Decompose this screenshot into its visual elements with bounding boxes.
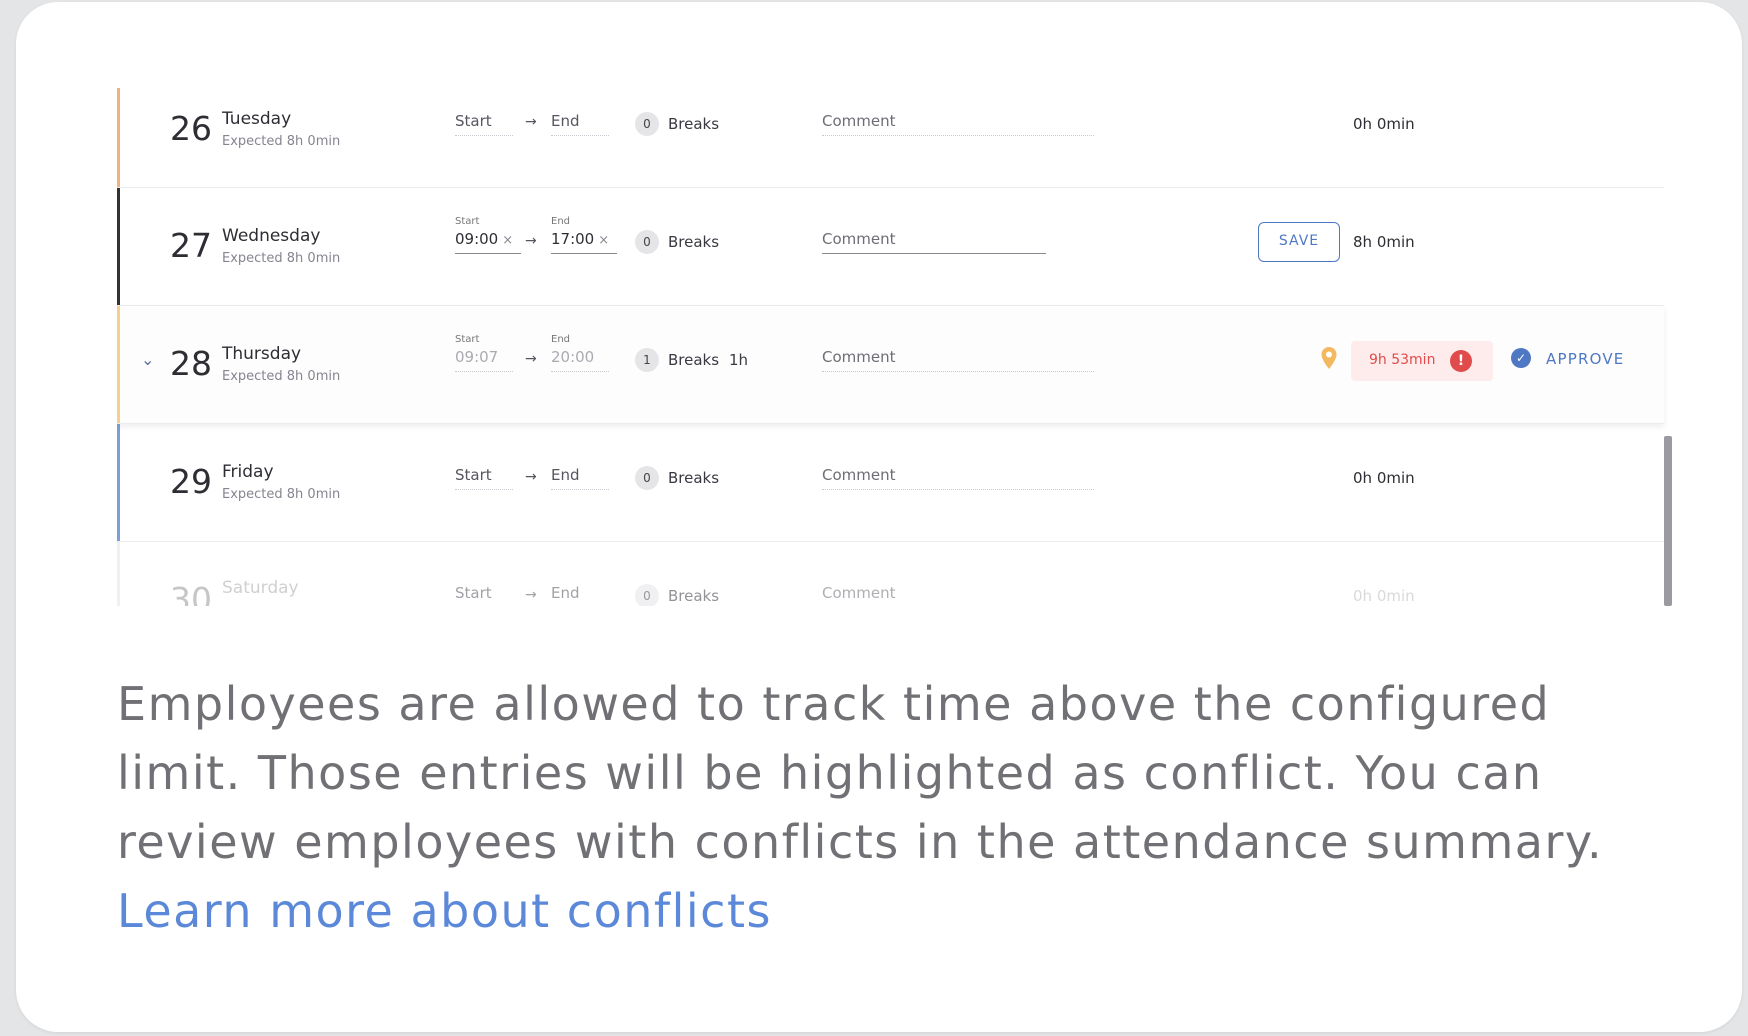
attendance-table: 26 Tuesday Expected 8h 0min Start → End …	[117, 88, 1673, 606]
weekday-label: Saturday	[222, 578, 299, 598]
weekday-label: Friday	[222, 462, 274, 482]
arrow-right-icon: →	[525, 587, 537, 603]
learn-more-link[interactable]: Learn more about conflicts	[117, 877, 1677, 946]
end-time-input[interactable]: End	[551, 582, 609, 606]
day-number: 26	[170, 109, 212, 148]
end-time-value: 17:00	[551, 230, 595, 248]
arrow-right-icon: →	[525, 351, 537, 367]
breaks-button[interactable]: Breaks	[668, 115, 719, 133]
table-row[interactable]: 26 Tuesday Expected 8h 0min Start → End …	[117, 88, 1664, 188]
end-time-input[interactable]: 17:00 ×	[551, 228, 617, 254]
table-row[interactable]: 30 Saturday Start → End 0 Breaks Comment…	[117, 542, 1664, 606]
start-time-input[interactable]: Start	[455, 110, 513, 136]
clear-end-icon[interactable]: ×	[598, 233, 609, 248]
table-row[interactable]: ⌄ 28 Thursday Expected 8h 0min Start End…	[117, 306, 1664, 424]
start-time-input[interactable]: 09:07	[455, 346, 513, 372]
info-card: 26 Tuesday Expected 8h 0min Start → End …	[16, 2, 1742, 1032]
description-text: Employees are allowed to track time abov…	[117, 670, 1677, 946]
comment-input[interactable]: Comment	[822, 228, 1046, 254]
end-time-input[interactable]: End	[551, 110, 609, 136]
comment-input[interactable]: Comment	[822, 346, 1094, 372]
breaks-count-badge: 0	[635, 230, 659, 254]
row-accent-bar	[117, 306, 120, 423]
breaks-button[interactable]: Breaks	[668, 587, 719, 605]
day-number: 27	[170, 226, 212, 265]
day-number: 30	[170, 580, 212, 606]
row-accent-bar	[117, 88, 120, 187]
comment-input[interactable]: Comment	[822, 582, 1094, 606]
table-row[interactable]: 29 Friday Expected 8h 0min Start → End 0…	[117, 424, 1664, 542]
breaks-button[interactable]: Breaks	[668, 469, 719, 487]
start-time-value: 09:00	[455, 230, 499, 248]
start-time-input[interactable]: Start	[455, 582, 513, 606]
conflict-badge[interactable]: 9h 53min !	[1351, 341, 1493, 381]
expected-hours: Expected 8h 0min	[222, 134, 341, 149]
total-hours: 0h 0min	[1353, 469, 1415, 487]
chevron-down-icon[interactable]: ⌄	[141, 350, 154, 369]
breaks-count-badge: 0	[635, 584, 659, 606]
row-accent-bar	[117, 542, 120, 606]
expected-hours: Expected 8h 0min	[222, 487, 341, 502]
start-field-label: Start	[455, 216, 480, 227]
breaks-count-badge: 0	[635, 466, 659, 490]
total-hours: 0h 0min	[1353, 587, 1415, 605]
breaks-duration: 1h	[729, 351, 749, 369]
arrow-right-icon: →	[525, 114, 537, 130]
expected-hours: Expected 8h 0min	[222, 369, 341, 384]
approve-button[interactable]: APPROVE	[1546, 350, 1624, 368]
save-button[interactable]: SAVE	[1258, 222, 1340, 262]
start-field-label: Start	[455, 334, 480, 345]
check-circle-icon[interactable]: ✓	[1511, 348, 1531, 368]
breaks-button[interactable]: Breaks	[668, 351, 719, 369]
start-time-input[interactable]: 09:00 ×	[455, 228, 521, 254]
location-pin-icon[interactable]	[1320, 346, 1338, 370]
end-field-label: End	[551, 334, 571, 345]
weekday-label: Thursday	[222, 344, 302, 364]
description-body: Employees are allowed to track time abov…	[117, 677, 1604, 869]
day-number: 29	[170, 462, 212, 501]
end-field-label: End	[551, 216, 571, 227]
total-hours: 0h 0min	[1353, 115, 1415, 133]
conflict-total-hours: 9h 53min	[1369, 352, 1436, 368]
end-time-input[interactable]: End	[551, 464, 609, 490]
start-time-input[interactable]: Start	[455, 464, 513, 490]
weekday-label: Wednesday	[222, 226, 321, 246]
breaks-button[interactable]: Breaks	[668, 233, 719, 251]
row-accent-bar	[117, 424, 120, 541]
end-time-input[interactable]: 20:00	[551, 346, 609, 372]
alert-circle-icon: !	[1450, 350, 1472, 372]
arrow-right-icon: →	[525, 233, 537, 249]
table-scrollbar[interactable]	[1664, 436, 1672, 606]
clear-start-icon[interactable]: ×	[502, 233, 513, 248]
day-number: 28	[170, 344, 212, 383]
comment-input[interactable]: Comment	[822, 110, 1094, 136]
expected-hours: Expected 8h 0min	[222, 251, 341, 266]
breaks-count-badge: 1	[635, 348, 659, 372]
arrow-right-icon: →	[525, 469, 537, 485]
weekday-label: Tuesday	[222, 109, 292, 129]
total-hours: 8h 0min	[1353, 233, 1415, 251]
comment-input[interactable]: Comment	[822, 464, 1094, 490]
table-row[interactable]: 27 Wednesday Expected 8h 0min Start End …	[117, 188, 1664, 306]
row-accent-bar	[117, 188, 120, 305]
breaks-count-badge: 0	[635, 112, 659, 136]
